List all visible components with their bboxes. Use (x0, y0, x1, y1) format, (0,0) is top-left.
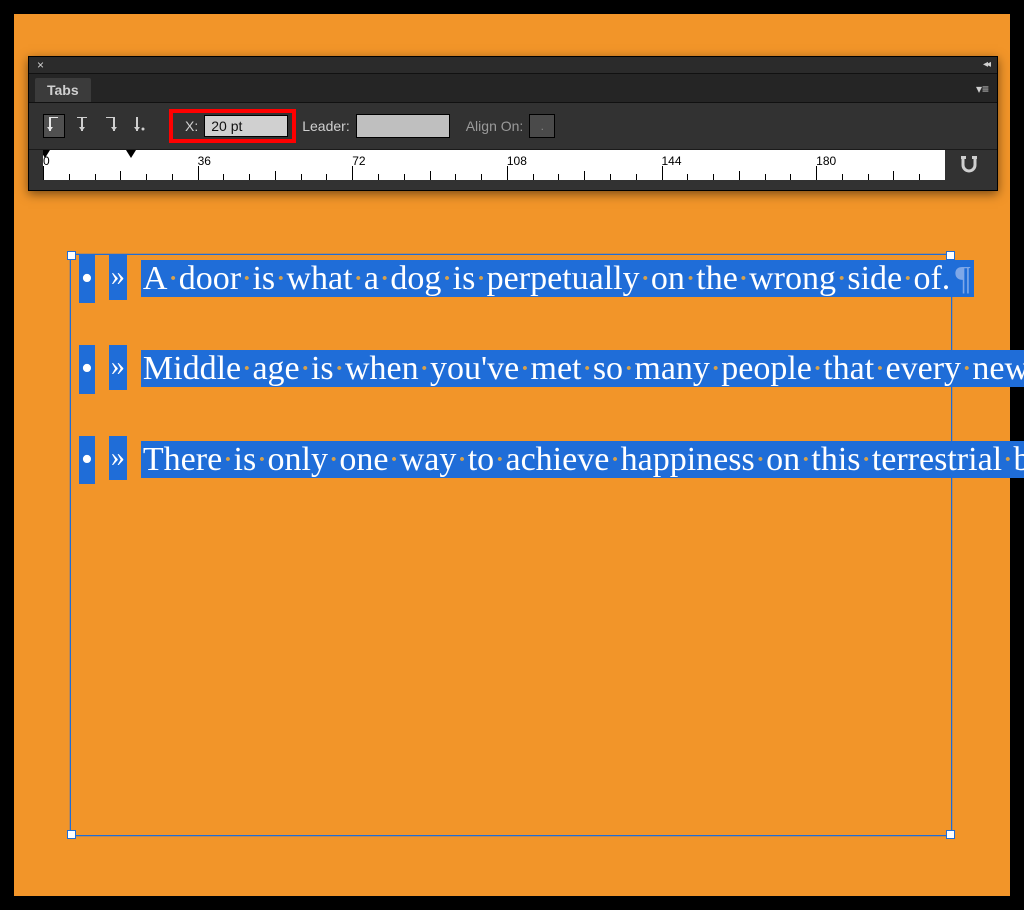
frame-handle[interactable] (67, 830, 76, 839)
ruler-tick (816, 166, 817, 180)
list-item: •»Middle·age·is·when·you've·met·so·many·… (77, 345, 947, 393)
align-on-label: Align On: (466, 118, 524, 134)
bullet: • (79, 345, 95, 393)
bullet: • (79, 255, 95, 303)
decimal-tab-icon (129, 117, 147, 135)
ruler-label: 36 (198, 154, 211, 168)
ruler-tick (378, 174, 379, 180)
list-item: •»A·door·is·what·a·dog·is·perpetually·on… (77, 255, 947, 303)
ruler-tick (481, 174, 482, 180)
ruler-tick (662, 166, 663, 180)
x-position-group: X: (173, 113, 292, 139)
tab-ruler[interactable]: 0 36 72 108 144 180 (43, 150, 945, 180)
left-indent-marker[interactable] (125, 150, 137, 160)
paragraph-text[interactable]: Middle·age·is·when·you've·met·so·many·pe… (141, 345, 1024, 393)
ruler-tick (636, 174, 637, 180)
panel-titlebar[interactable]: × ◂◂ (29, 57, 997, 74)
ruler-tick (43, 166, 44, 180)
ruler-tick (790, 174, 791, 180)
ruler-label: 72 (352, 154, 365, 168)
leader-label: Leader: (302, 118, 349, 134)
ruler-tick (326, 174, 327, 180)
snap-magnet-button[interactable] (955, 151, 983, 179)
ruler-tick (558, 174, 559, 180)
ruler-row: 0 36 72 108 144 180 (29, 150, 997, 190)
ruler-tick (713, 174, 714, 180)
ruler-tick (120, 171, 121, 180)
center-tab-button[interactable] (71, 114, 93, 138)
ruler-tick (69, 174, 70, 180)
frame-handle[interactable] (67, 251, 76, 260)
paragraph-text[interactable]: A·door·is·what·a·dog·is·perpetually·on·t… (141, 255, 974, 303)
ruler-tick (249, 174, 250, 180)
ruler-tick (868, 174, 869, 180)
x-label: X: (185, 118, 198, 134)
right-tab-button[interactable] (99, 114, 121, 138)
tab-character-icon: » (109, 345, 127, 390)
ruler-tick (404, 174, 405, 180)
paragraph-text[interactable]: There·is·only·one·way·to·achieve·happine… (141, 436, 1024, 484)
ruler-tick (146, 174, 147, 180)
panel-tab-tabs[interactable]: Tabs (35, 78, 91, 102)
ruler-tick (584, 171, 585, 180)
center-tab-icon (74, 117, 90, 135)
ruler-tick (507, 166, 508, 180)
ruler-tick (765, 174, 766, 180)
list-item: •»There·is·only·one·way·to·achieve·happi… (77, 436, 947, 484)
ruler-tick (893, 171, 894, 180)
ruler-label: 0 (43, 154, 50, 168)
tab-character-icon: » (109, 255, 127, 300)
ruler-tick (919, 174, 920, 180)
tabs-panel: × ◂◂ Tabs ▾≡ (28, 56, 998, 191)
tab-character-icon: » (109, 436, 127, 481)
ruler-label: 108 (507, 154, 527, 168)
ruler-tick (687, 174, 688, 180)
pilcrow-icon: ¶ (952, 260, 973, 297)
x-value-input[interactable] (204, 115, 288, 137)
app-window: × ◂◂ Tabs ▾≡ (14, 14, 1010, 896)
decimal-tab-button[interactable] (127, 114, 149, 138)
ruler-tick (301, 174, 302, 180)
ruler-label: 144 (662, 154, 682, 168)
frame-handle[interactable] (946, 830, 955, 839)
expand-icon[interactable]: ◂◂ (983, 59, 989, 70)
tab-controls-row: X: Leader: Align On: . (29, 103, 997, 150)
ruler-tick (198, 166, 199, 180)
leader-input[interactable] (356, 114, 450, 138)
ruler-tick (739, 171, 740, 180)
document-canvas: • » A·door·is·what·a·dog·is·perpetually·on… (40, 224, 980, 864)
ruler-tick (610, 174, 611, 180)
ruler-tick (172, 174, 173, 180)
bullet: • (79, 436, 95, 484)
right-tab-icon (102, 117, 118, 135)
text-frame[interactable]: •»A·door·is·what·a·dog·is·perpetually·on… (70, 254, 952, 836)
ruler-tick (842, 174, 843, 180)
ruler-tick (275, 171, 276, 180)
left-tab-button[interactable] (43, 114, 65, 138)
align-on-input[interactable]: . (529, 114, 555, 138)
frame-handle[interactable] (946, 251, 955, 260)
ruler-tick (352, 166, 353, 180)
close-icon[interactable]: × (37, 58, 44, 72)
ruler-tick (533, 174, 534, 180)
ruler-tick (95, 174, 96, 180)
magnet-icon (958, 154, 980, 176)
flyout-menu-icon[interactable]: ▾≡ (976, 82, 989, 96)
ruler-tick (430, 171, 431, 180)
ruler-tick (223, 174, 224, 180)
paragraph-container: •»A·door·is·what·a·dog·is·perpetually·on… (71, 255, 951, 484)
ruler-tick (455, 174, 456, 180)
panel-tab-row: Tabs ▾≡ (29, 74, 997, 103)
ruler-label: 180 (816, 154, 836, 168)
left-tab-icon (46, 117, 62, 135)
